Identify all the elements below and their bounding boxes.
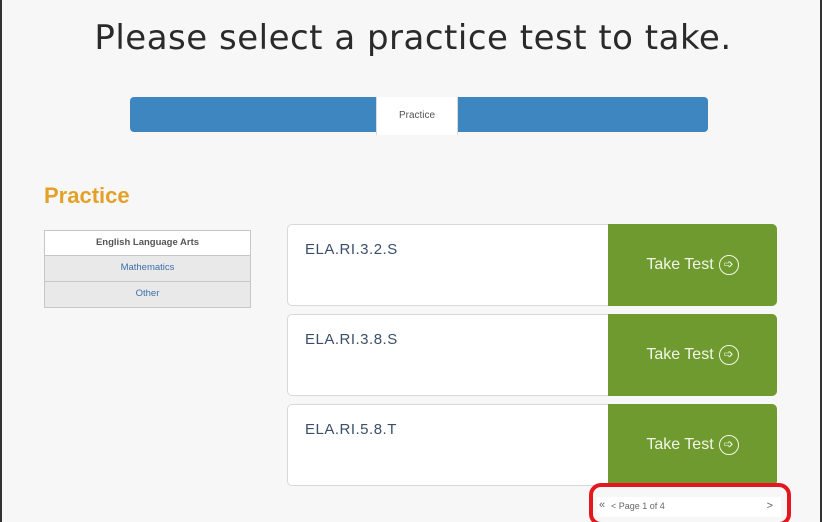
test-name: ELA.RI.3.8.S (305, 331, 398, 348)
page-title: Please select a practice test to take. (94, 18, 732, 58)
subject-mathematics[interactable]: Mathematics (44, 256, 251, 282)
page-indicator[interactable]: < Page 1 of 4 (611, 501, 665, 511)
arrow-right-circle-icon: ➩ (718, 435, 739, 455)
test-name: ELA.RI.3.2.S (305, 241, 398, 258)
test-name: ELA.RI.5.8.T (305, 421, 397, 438)
section-heading: Practice (44, 183, 130, 208)
subject-list: English Language Arts Mathematics Other (44, 230, 251, 308)
tab-practice[interactable]: Practice (376, 97, 458, 135)
take-test-label: Take Test (646, 256, 714, 273)
next-page-icon[interactable]: > (767, 500, 773, 512)
test-card: ELA.RI.3.8.S Take Test ➩ (287, 314, 777, 396)
tab-bar: Practice (130, 97, 708, 135)
first-page-icon[interactable]: « (599, 499, 605, 511)
app-frame: Please select a practice test to take. P… (0, 0, 822, 522)
test-card: ELA.RI.5.8.T Take Test ➩ (287, 404, 777, 486)
arrow-right-circle-icon: ➩ (718, 345, 739, 365)
test-card: ELA.RI.3.2.S Take Test ➩ (287, 224, 777, 306)
subject-english-language-arts[interactable]: English Language Arts (44, 230, 251, 256)
test-list: ELA.RI.3.2.S Take Test ➩ ELA.RI.3.8.S Ta… (287, 224, 777, 494)
take-test-label: Take Test (646, 346, 714, 363)
arrow-right-circle-icon: ➩ (718, 255, 739, 275)
take-test-label: Take Test (646, 436, 714, 453)
take-test-button[interactable]: Take Test ➩ (608, 224, 777, 306)
take-test-button[interactable]: Take Test ➩ (608, 314, 777, 396)
take-test-button[interactable]: Take Test ➩ (608, 404, 777, 486)
subject-other[interactable]: Other (44, 282, 251, 308)
pagination: « < Page 1 of 4 > (597, 497, 781, 517)
